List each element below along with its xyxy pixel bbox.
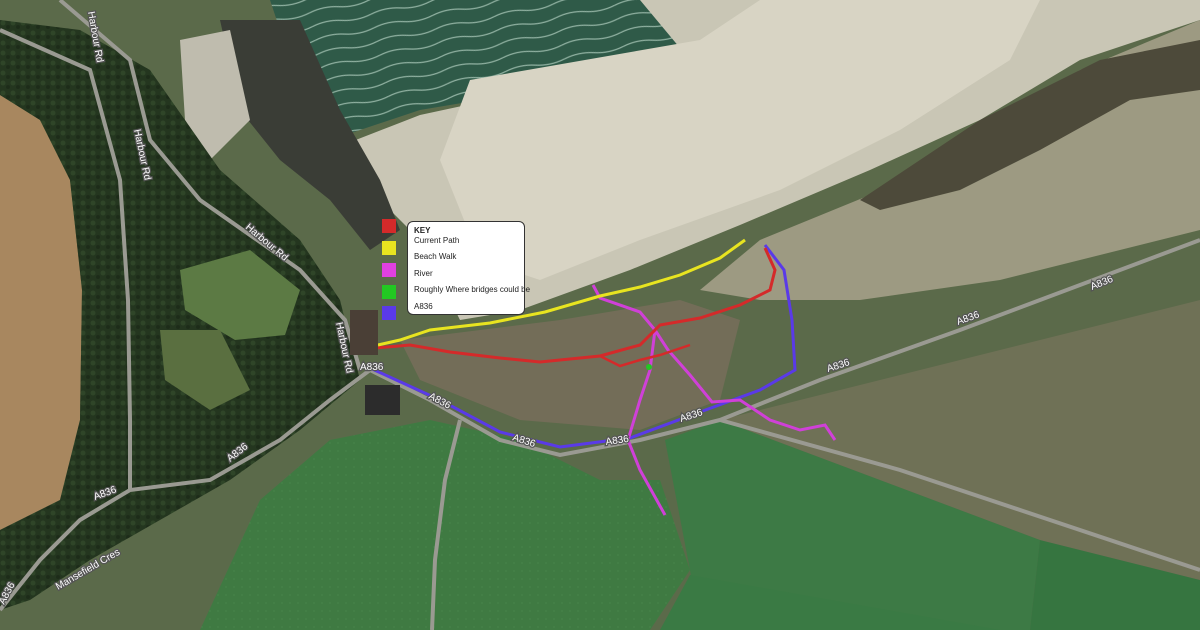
legend-swatch-river xyxy=(382,263,396,277)
building xyxy=(350,310,378,355)
legend-item-current-path: Current Path xyxy=(414,236,460,245)
bridge-marker xyxy=(646,364,652,370)
legend-swatch-current-path xyxy=(382,219,396,233)
legend-title: KEY xyxy=(414,226,431,235)
legend-swatch-beach-walk xyxy=(382,241,396,255)
legend-item-bridges: Roughly Where bridges could be xyxy=(414,285,531,294)
legend-item-beach-walk: Beach Walk xyxy=(414,252,457,261)
legend-item-river: River xyxy=(414,269,433,278)
satellite-map: Harbour Rd Harbour Rd Harbour Rd Harbour… xyxy=(0,0,1200,630)
legend-swatch-a836 xyxy=(382,306,396,320)
legend-item-a836: A836 xyxy=(414,302,433,311)
legend-swatch-bridges xyxy=(382,285,396,299)
map-view[interactable]: Harbour Rd Harbour Rd Harbour Rd Harbour… xyxy=(0,0,1200,630)
road-label-a836: A836 xyxy=(360,362,384,373)
map-legend: KEY Current Path Beach Walk River Roughl… xyxy=(407,221,530,315)
farm-building xyxy=(365,385,400,415)
